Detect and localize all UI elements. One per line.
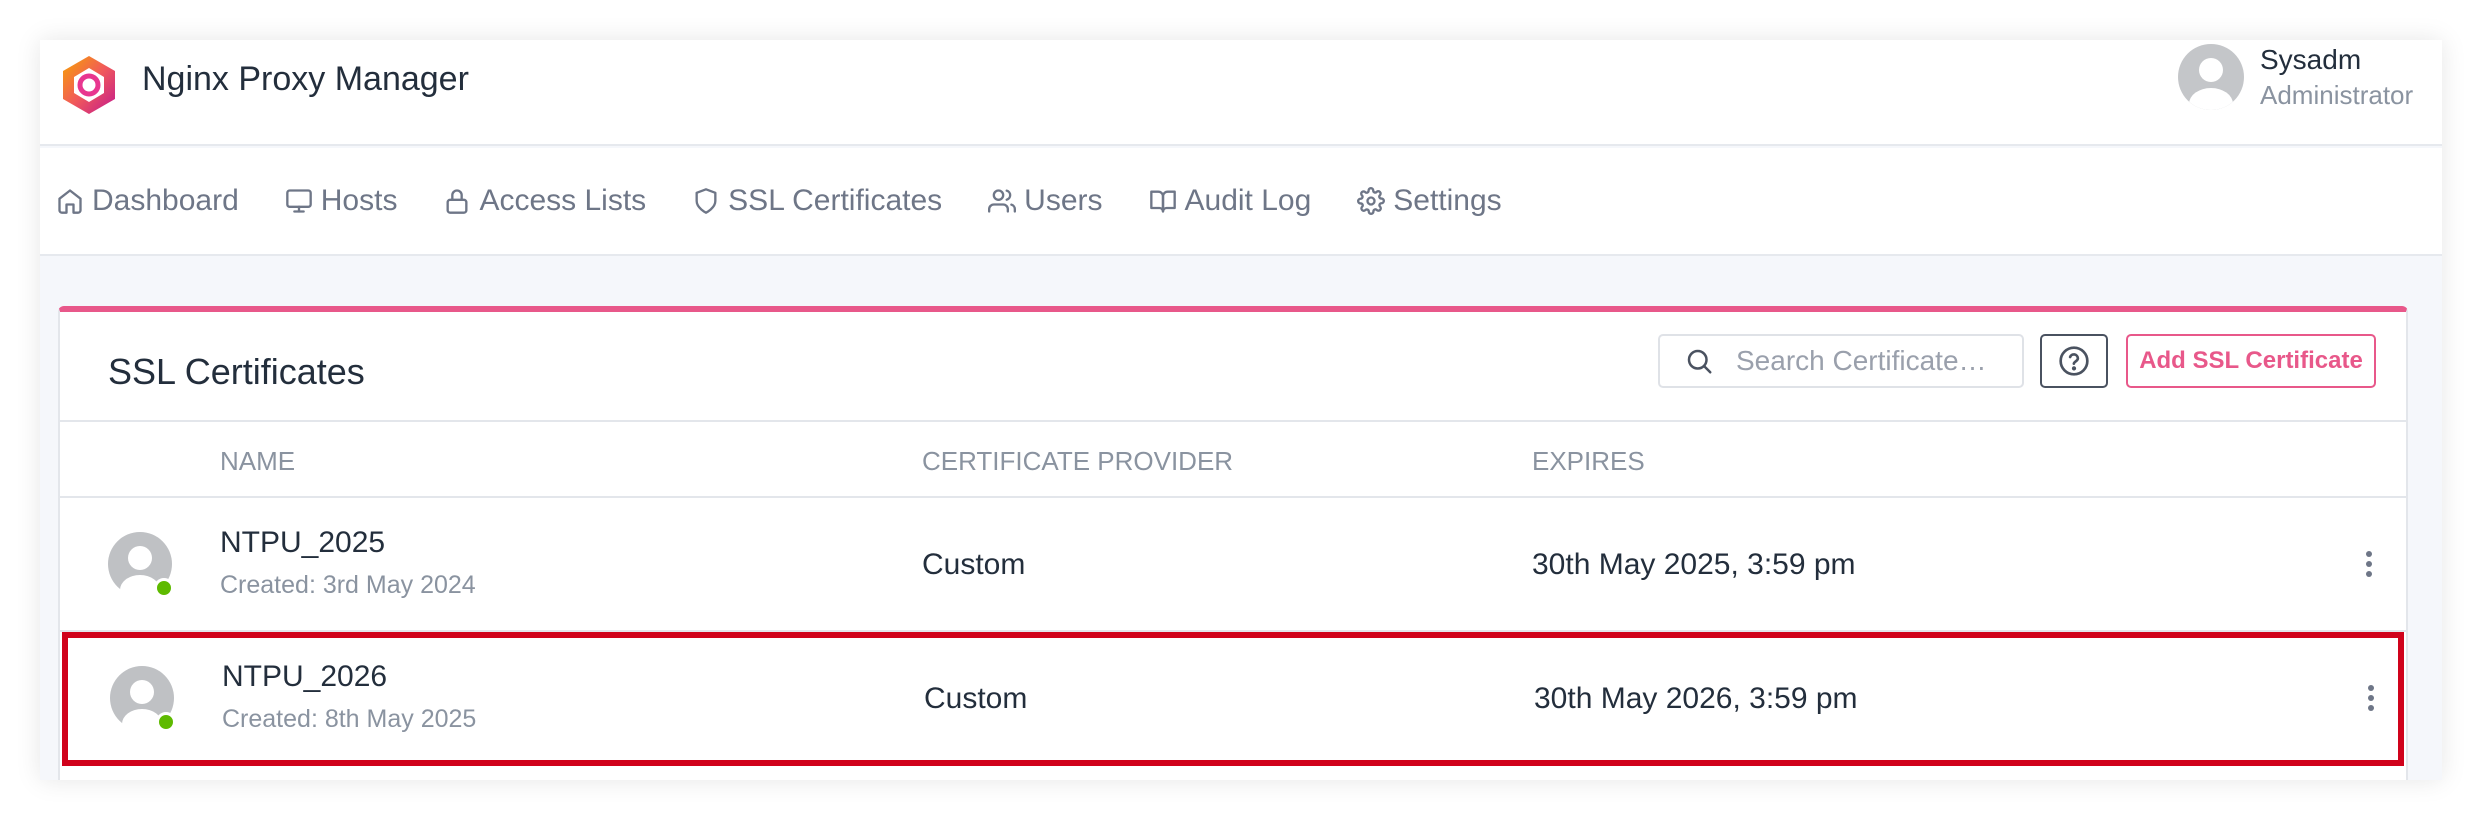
column-header-name[interactable]: NAME	[220, 444, 295, 478]
nav-item-audit-log[interactable]: Audit Log	[1149, 184, 1312, 218]
user-role: Administrator	[2260, 80, 2414, 110]
more-vertical-icon	[2368, 685, 2374, 711]
help-button[interactable]	[2040, 334, 2108, 388]
certificate-avatar	[110, 666, 176, 739]
nav-label: Settings	[1393, 184, 1502, 217]
home-icon	[58, 189, 82, 214]
certificate-provider: Custom	[924, 682, 1028, 715]
nav-item-access-lists[interactable]: Access Lists	[443, 184, 646, 218]
row-actions-menu[interactable]	[2354, 542, 2384, 586]
certificate-created: Created: 3rd May 2024	[220, 571, 476, 599]
main-nav: Dashboard Hosts Access Lists SSL Certifi…	[40, 148, 2442, 256]
nav-item-dashboard[interactable]: Dashboard	[56, 184, 239, 218]
monitor-icon	[285, 189, 312, 213]
nav-label: Dashboard	[92, 184, 239, 217]
row-actions-menu[interactable]	[2356, 676, 2386, 720]
nav-label: SSL Certificates	[728, 184, 943, 217]
status-online-dot	[154, 578, 174, 598]
user-avatar[interactable]	[2178, 44, 2244, 110]
ssl-certificates-card: SSL Certificates Add SSL Certificate NAM…	[58, 306, 2408, 780]
book-icon	[1149, 190, 1176, 213]
nav-label: Access Lists	[479, 184, 647, 217]
lock-icon	[446, 189, 468, 214]
nav-item-hosts[interactable]: Hosts	[285, 184, 398, 218]
shield-icon	[695, 188, 717, 214]
certificate-name: NTPU_2025	[220, 526, 386, 559]
certificate-provider: Custom	[922, 548, 1026, 581]
column-header-expires[interactable]: EXPIRES	[1532, 444, 1645, 478]
status-online-dot	[156, 712, 176, 732]
search-input[interactable]	[1736, 345, 2006, 377]
app-title: Nginx Proxy Manager	[142, 60, 469, 98]
nav-label: Users	[1024, 184, 1103, 217]
column-header-provider[interactable]: CERTIFICATE PROVIDER	[922, 444, 1233, 478]
nav-item-users[interactable]: Users	[988, 184, 1103, 218]
certificate-avatar	[108, 532, 174, 605]
more-vertical-icon	[2366, 551, 2372, 577]
add-ssl-certificate-button[interactable]: Add SSL Certificate	[2126, 334, 2376, 388]
users-icon	[988, 189, 1017, 213]
nav-label: Hosts	[320, 184, 398, 217]
nav-item-settings[interactable]: Settings	[1357, 184, 1502, 218]
app-window: Nginx Proxy Manager Sysadm Administrator…	[40, 40, 2442, 780]
page-title: SSL Certificates	[108, 351, 365, 392]
user-name[interactable]: Sysadm	[2260, 42, 2361, 78]
table-header: NAME CERTIFICATE PROVIDER EXPIRES	[60, 420, 2406, 498]
search-box[interactable]	[1658, 334, 2024, 388]
nav-item-ssl-certificates[interactable]: SSL Certificates	[692, 184, 942, 218]
certificate-name: NTPU_2026	[222, 660, 388, 693]
gear-icon	[1357, 187, 1386, 215]
certificate-expires: 30th May 2025, 3:59 pm	[1532, 548, 1856, 581]
search-icon	[1687, 349, 1712, 374]
certificate-expires: 30th May 2026, 3:59 pm	[1534, 682, 1858, 715]
help-circle-icon	[2059, 346, 2089, 376]
header: Nginx Proxy Manager Sysadm Administrator	[40, 40, 2442, 146]
certificate-created: Created: 8th May 2025	[222, 705, 477, 733]
nav-label: Audit Log	[1184, 184, 1312, 217]
table-row-highlighted[interactable]: NTPU_2026 Created: 8th May 2025 Custom 3…	[62, 632, 2404, 766]
nginx-proxy-manager-logo[interactable]	[60, 54, 118, 116]
table-row[interactable]: NTPU_2025 Created: 3rd May 2024 Custom 3…	[60, 498, 2406, 632]
